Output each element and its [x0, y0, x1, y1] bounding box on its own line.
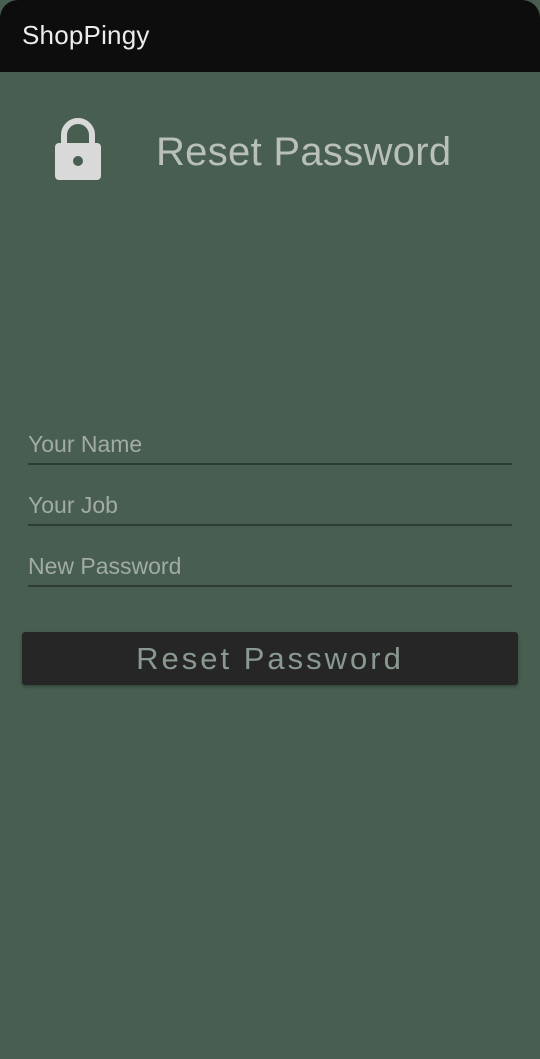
- app-title: ShopPingy: [22, 20, 150, 50]
- reset-password-button[interactable]: Reset Password: [22, 632, 518, 685]
- app-bar: ShopPingy: [0, 0, 540, 72]
- job-field: [28, 488, 512, 526]
- lock-icon: [55, 118, 101, 180]
- new-password-field: [28, 549, 512, 587]
- name-input[interactable]: [28, 427, 512, 461]
- name-field: [28, 427, 512, 465]
- job-input[interactable]: [28, 488, 512, 522]
- new-password-input[interactable]: [28, 549, 512, 583]
- page-title: Reset Password: [156, 130, 452, 174]
